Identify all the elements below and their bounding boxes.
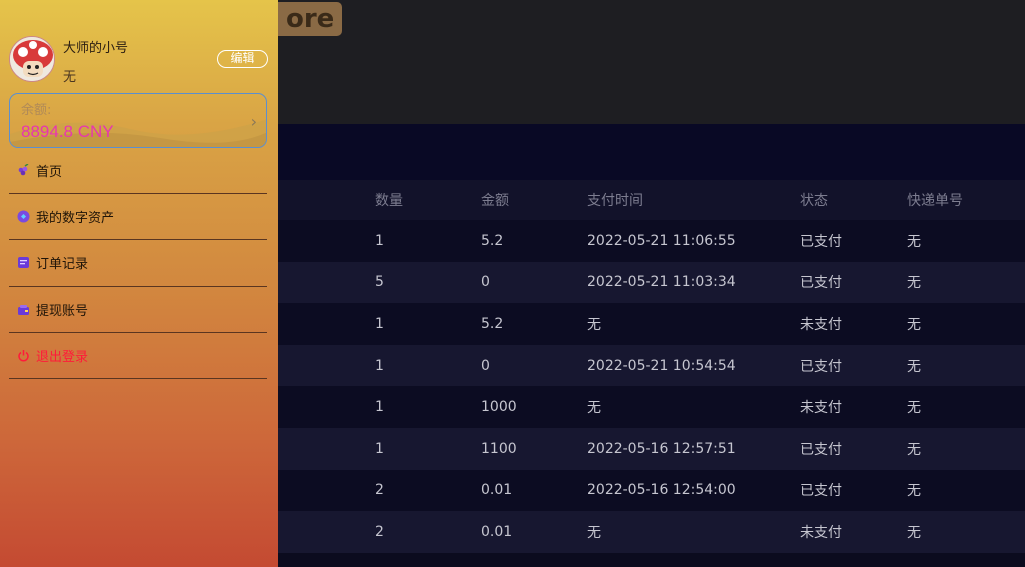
column-header-pay-time: 支付时间 [587,193,643,209]
cell-pay-time: 2022-05-16 12:57:51 [587,440,736,457]
menu-item-label: 退出登录 [36,349,89,365]
menu-item-logout[interactable]: 退出登录 [9,333,267,379]
cell-status: 已支付 [800,441,842,458]
avatar-mushroom-icon [10,37,54,81]
menu-item-withdraw-account[interactable]: 提现账号 [9,287,267,333]
menu-item-home[interactable]: 首页 [9,148,267,195]
menu-item-order-records[interactable]: 订单记录 [9,240,267,287]
avatar[interactable] [9,36,55,82]
cell-amount: 5.2 [481,232,504,249]
menu-item-label: 我的数字资产 [36,211,115,227]
cell-quantity: 1 [375,232,384,249]
user-name: 大师的小号 [63,41,129,56]
cell-quantity: 2 [375,523,384,540]
cell-status: 已支付 [800,483,842,500]
drawer-menu: 首页 我的数字资产 订单记录 提现账号 退出登录 [9,148,267,379]
cell-amount: 0.01 [481,482,513,499]
power-icon [16,348,30,362]
column-header-status: 状态 [800,193,828,209]
balance-card[interactable]: 余额: 8894.8 CNY › [9,93,267,148]
cell-status: 未支付 [800,316,842,333]
cell-quantity: 1 [375,440,384,457]
cell-status: 已支付 [800,275,842,292]
column-header-quantity: 数量 [375,193,403,209]
cell-quantity: 5 [375,274,384,291]
cell-pay-time: 无 [587,400,601,417]
cell-tracking: 无 [907,358,921,375]
cell-quantity: 2 [375,482,384,499]
cell-status: 未支付 [800,524,842,541]
asset-icon [16,210,30,224]
column-header-amount: 金额 [481,193,509,209]
chevron-right-icon: › [250,112,257,131]
menu-item-label: 首页 [36,165,63,181]
grape-icon [16,164,30,178]
cell-pay-time: 2022-05-21 11:06:55 [587,232,736,249]
cell-tracking: 无 [907,400,921,417]
cell-pay-time: 无 [587,316,601,333]
cell-tracking: 无 [907,524,921,541]
cell-amount: 5.2 [481,315,504,332]
cell-quantity: 1 [375,315,384,332]
menu-item-digital-assets[interactable]: 我的数字资产 [9,194,267,241]
cell-amount: 1000 [481,399,517,416]
cell-tracking: 无 [907,441,921,458]
cell-amount: 1100 [481,440,517,457]
wallet-icon [16,302,30,316]
column-header-tracking: 快递单号 [907,193,963,209]
cell-status: 已支付 [800,233,842,250]
cell-tracking: 无 [907,483,921,500]
cell-pay-time: 2022-05-21 11:03:34 [587,274,736,291]
cell-tracking: 无 [907,275,921,292]
cell-amount: 0.01 [481,523,513,540]
cell-quantity: 1 [375,357,384,374]
balance-value: 8894.8 CNY [21,122,114,141]
cell-amount: 0 [481,274,490,291]
cell-status: 已支付 [800,358,842,375]
user-signature: 无 [63,70,77,85]
order-icon [16,256,30,270]
menu-item-label: 订单记录 [36,257,89,273]
cell-quantity: 1 [375,399,384,416]
menu-item-label: 提现账号 [36,303,89,319]
cell-pay-time: 2022-05-16 12:54:00 [587,482,736,499]
cell-pay-time: 2022-05-21 10:54:54 [587,357,736,374]
edit-profile-button[interactable]: 编辑 [217,50,268,68]
balance-label: 余额: [21,103,52,118]
cell-tracking: 无 [907,233,921,250]
cell-tracking: 无 [907,316,921,333]
cell-pay-time: 无 [587,524,601,541]
cell-amount: 0 [481,357,490,374]
side-drawer: 大师的小号 无 编辑 余额: 8894.8 CNY › 首页 我的数字资产 订单… [0,0,278,567]
cell-status: 未支付 [800,400,842,417]
